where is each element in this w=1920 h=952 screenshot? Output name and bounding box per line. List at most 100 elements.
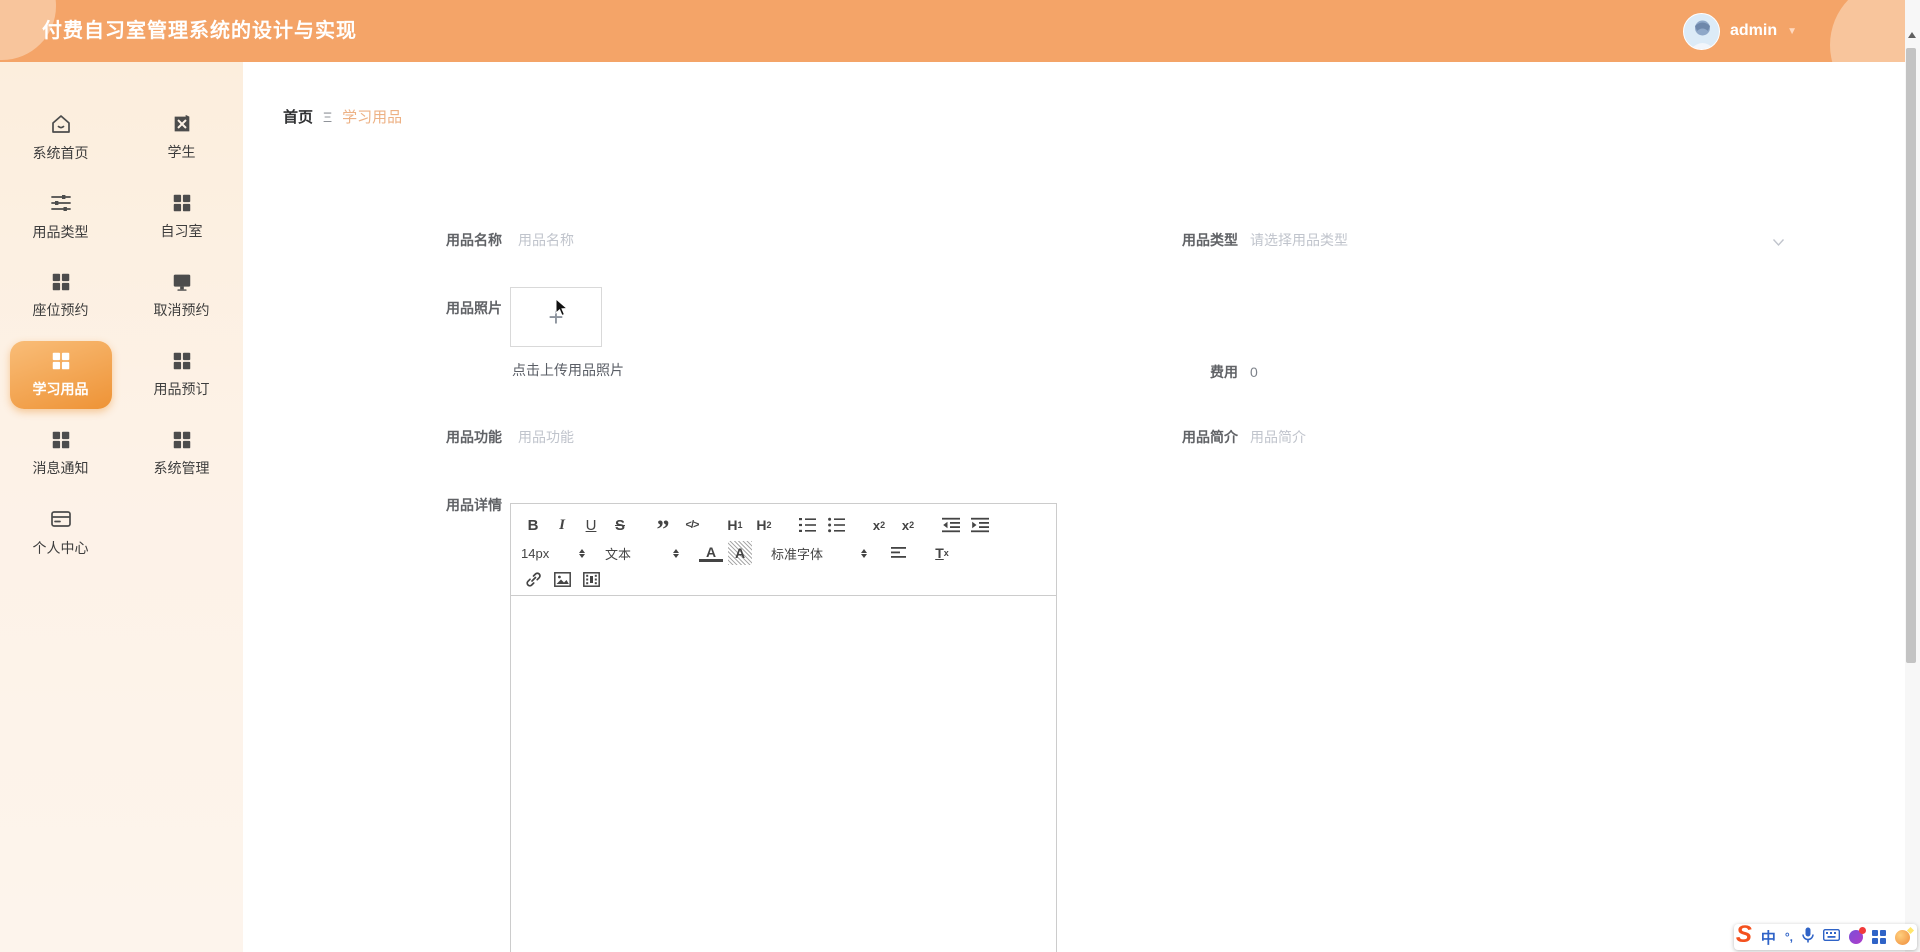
sidebar-item-supply-orders[interactable]: 用品预订 — [121, 335, 242, 414]
sidebar-item-profile[interactable]: 个人中心 — [0, 493, 121, 572]
sidebar-item-study-rooms[interactable]: 自习室 — [121, 177, 242, 256]
font-size-select[interactable]: 14px — [521, 541, 585, 565]
caret-down-icon: ▼ — [1787, 25, 1797, 37]
sidebar-menu: 系统首页 学生 用品类型 自习室 座位预约 取消预约 学习用品 用品预订 消息通… — [0, 62, 243, 572]
fee-label: 费用 — [1210, 364, 1238, 380]
header1-button[interactable]: H1 — [723, 513, 747, 537]
sidebar-item-label: 座位预约 — [32, 302, 89, 318]
superscript-button[interactable]: x2 — [896, 513, 920, 537]
supply-function-input[interactable] — [518, 419, 1118, 455]
sidebar-item-seat-reservation[interactable]: 座位预约 — [0, 256, 121, 335]
text-style-select[interactable]: 文本 — [605, 541, 679, 565]
grid-icon — [50, 350, 72, 372]
breadcrumb-home-link[interactable]: 首页 — [283, 106, 313, 127]
blockquote-button[interactable]: ” — [651, 513, 675, 543]
sidebar-item-label: 学生 — [167, 144, 196, 160]
breadcrumb-current: 学习用品 — [342, 109, 403, 126]
supply-type-select[interactable]: 请选择用品类型 — [1250, 222, 1795, 258]
indent-button[interactable] — [968, 513, 992, 537]
breadcrumb-separator-icon: Ξ — [323, 108, 333, 125]
ime-emoji-icon[interactable] — [1895, 926, 1915, 945]
supply-intro-input[interactable] — [1250, 419, 1795, 455]
grid-icon — [171, 192, 193, 214]
sidebar-item-label: 用品类型 — [32, 224, 89, 240]
monitor-icon — [171, 271, 193, 293]
updown-arrows-icon — [861, 548, 867, 558]
video-button[interactable] — [579, 567, 603, 591]
microphone-icon[interactable] — [1802, 927, 1814, 948]
photo-upload-hint: 点击上传用品照片 — [512, 362, 624, 378]
text-color-button[interactable]: A — [699, 545, 723, 562]
ime-toolbar[interactable]: S 中 °, — [1733, 923, 1917, 950]
supply-function-label: 用品功能 — [446, 429, 502, 445]
ime-punctuation-toggle[interactable]: °, — [1785, 930, 1793, 944]
header2-button[interactable]: H2 — [752, 513, 776, 537]
grid-icon — [50, 271, 72, 293]
clipboard-icon — [171, 113, 193, 135]
grid-icon — [171, 350, 193, 372]
grid-icon — [50, 429, 72, 451]
strikethrough-button[interactable]: S — [608, 513, 632, 537]
highlight-color-button[interactable]: A — [728, 541, 752, 565]
supply-name-input[interactable] — [518, 222, 1118, 258]
ime-toolbox-icon[interactable] — [1872, 930, 1886, 944]
photo-upload-box[interactable]: + — [510, 287, 602, 347]
sidebar-item-students[interactable]: 学生 — [121, 98, 242, 177]
bullet-list-button[interactable] — [824, 513, 848, 537]
sidebar-item-study-supplies[interactable]: 学习用品 — [0, 335, 121, 414]
image-button[interactable] — [550, 567, 574, 591]
sidebar-item-label: 个人中心 — [32, 540, 89, 556]
italic-button[interactable]: I — [550, 513, 574, 537]
outdent-button[interactable] — [939, 513, 963, 537]
updown-arrows-icon — [579, 548, 585, 558]
virtual-keyboard-icon[interactable] — [1822, 928, 1841, 946]
link-button[interactable] — [521, 567, 545, 591]
code-block-button[interactable]: </> — [680, 513, 704, 537]
grid-icon — [171, 429, 193, 451]
scrollbar-thumb[interactable] — [1906, 48, 1916, 663]
sidebar-item-label: 取消预约 — [153, 302, 210, 318]
sidebar-item-system-management[interactable]: 系统管理 — [121, 414, 242, 493]
align-button[interactable] — [887, 541, 911, 565]
underline-button[interactable]: U — [579, 513, 603, 537]
subscript-button[interactable]: x2 — [867, 513, 891, 537]
supply-name-label: 用品名称 — [446, 232, 502, 248]
ime-language-toggle[interactable]: 中 — [1761, 927, 1776, 948]
header-corner-decoration — [1830, 0, 1905, 62]
sidebar: 系统首页 学生 用品类型 自习室 座位预约 取消预约 学习用品 用品预订 消息通… — [0, 62, 243, 952]
main-content: 首页 Ξ 学习用品 用品名称 用品类型 请选择用品类型 用品照片 + 点击上传用… — [243, 62, 1905, 952]
sidebar-item-label: 系统管理 — [153, 460, 210, 476]
username-label: admin — [1729, 22, 1778, 39]
home-icon — [49, 112, 73, 136]
sidebar-item-home[interactable]: 系统首页 — [0, 98, 121, 177]
sidebar-item-notifications[interactable]: 消息通知 — [0, 414, 121, 493]
clear-format-button[interactable]: Tx — [930, 541, 954, 565]
sidebar-item-label: 自习室 — [160, 223, 203, 239]
sidebar-item-supply-types[interactable]: 用品类型 — [0, 177, 121, 256]
sidebar-item-label: 用品预订 — [153, 381, 210, 397]
font-family-select[interactable]: 标准字体 — [771, 541, 867, 565]
app-title: 付费自习室管理系统的设计与实现 — [42, 20, 357, 42]
sliders-icon — [49, 191, 73, 215]
bold-button[interactable]: B — [521, 513, 545, 537]
avatar[interactable] — [1682, 12, 1720, 50]
sidebar-item-label: 学习用品 — [32, 381, 89, 397]
sogou-logo-icon[interactable]: S — [1736, 923, 1752, 947]
ime-skin-icon[interactable] — [1849, 927, 1866, 944]
vertical-scrollbar[interactable] — [1905, 0, 1920, 952]
sidebar-item-label: 系统首页 — [32, 145, 89, 161]
ordered-list-button[interactable] — [795, 513, 819, 537]
rich-text-editor: B I U S ” </> H1 H2 x2 x2 14px 文本 A A 标准… — [510, 503, 1057, 952]
sidebar-item-cancel-reservation[interactable]: 取消预约 — [121, 256, 242, 335]
supply-intro-label: 用品简介 — [1182, 429, 1238, 445]
app-window: 付费自习室管理系统的设计与实现 admin ▼ 系统首页 学生 用品类型 自习室… — [0, 0, 1920, 952]
fee-value[interactable]: 0 — [1250, 362, 1258, 382]
supply-photo-label: 用品照片 — [446, 300, 502, 316]
editor-content[interactable] — [511, 596, 1056, 952]
sidebar-item-label: 消息通知 — [32, 460, 89, 476]
card-icon — [49, 507, 73, 531]
chevron-down-icon — [1772, 234, 1785, 250]
user-menu[interactable]: admin ▼ — [1682, 0, 1797, 62]
scrollbar-up-arrow-icon[interactable] — [1908, 32, 1916, 38]
supply-detail-label: 用品详情 — [446, 497, 502, 513]
